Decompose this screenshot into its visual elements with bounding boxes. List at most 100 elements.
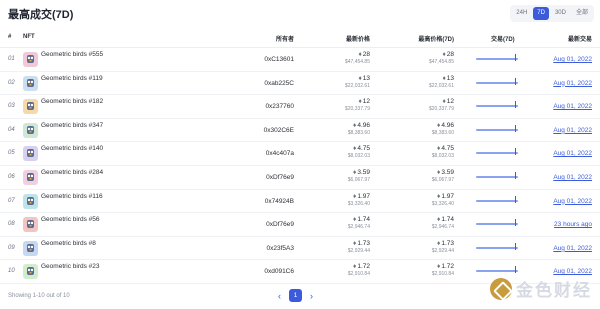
prev-page-button[interactable]: ‹	[278, 290, 281, 302]
high-price-usd: $47,454.85	[428, 59, 454, 65]
volume-sparkline	[476, 270, 518, 273]
table-row[interactable]: 05 Geometric birds #140 0x4c407a ♦4.75 $…	[0, 142, 600, 166]
eth-icon: ♦	[353, 216, 357, 224]
column-nft: NFT	[23, 34, 35, 40]
last-trade-link[interactable]: Aug 01, 2022	[553, 245, 592, 252]
nft-thumbnail[interactable]	[23, 264, 38, 280]
watermark-text: 金色财经	[516, 281, 592, 300]
table-row[interactable]: 04 Geometric birds #347 0x302C6E ♦4.96 $…	[0, 119, 600, 143]
tab-all[interactable]: 全部	[572, 7, 592, 20]
column-last[interactable]: 最新交易	[568, 34, 592, 43]
nft-name[interactable]: Geometric birds #116	[41, 193, 121, 201]
nft-table-body: 01 Geometric birds #555 0xC13601 ♦28 $47…	[0, 48, 600, 284]
last-trade-link[interactable]: Aug 01, 2022	[553, 56, 592, 63]
latest-price: ♦1.73 $2,929.44	[348, 240, 370, 255]
nft-name[interactable]: Geometric birds #119	[41, 75, 121, 83]
volume-sparkline	[476, 128, 518, 131]
page-button-1[interactable]: 1	[289, 289, 302, 302]
nft-name[interactable]: Geometric birds #284	[41, 169, 121, 177]
last-trade-link[interactable]: Aug 01, 2022	[553, 103, 592, 110]
column-price[interactable]: 最新价格	[346, 34, 370, 43]
nft-thumbnail[interactable]	[23, 169, 38, 185]
owner-address[interactable]: 0xab225C	[264, 80, 294, 87]
nft-thumbnail[interactable]	[23, 217, 38, 233]
table-row[interactable]: 09 Geometric birds #8 0x23f5A3 ♦1.73 $2,…	[0, 237, 600, 261]
last-trade-link[interactable]: Aug 01, 2022	[553, 150, 592, 157]
volume-sparkline-marker	[515, 54, 516, 61]
column-owner[interactable]: 所有者	[276, 34, 294, 43]
volume-sparkline-marker	[515, 171, 516, 179]
owner-address[interactable]: 0x74924B	[265, 198, 294, 205]
nft-thumbnail[interactable]	[23, 52, 38, 67]
latest-price-eth: 1.73	[357, 239, 370, 247]
nft-thumbnail[interactable]	[23, 240, 38, 256]
nft-name[interactable]: Geometric birds #8	[41, 240, 121, 248]
volume-sparkline-marker	[515, 101, 516, 109]
table-row[interactable]: 07 Geometric birds #116 0x74924B ♦1.97 $…	[0, 190, 600, 214]
table-row[interactable]: 06 Geometric birds #284 0xDf76e9 ♦3.59 $…	[0, 166, 600, 190]
owner-address[interactable]: 0xDf76e9	[266, 221, 294, 228]
volume-sparkline	[476, 105, 518, 108]
column-volume[interactable]: 交易(7D)	[491, 34, 515, 43]
latest-price: ♦12 $20,337.79	[345, 98, 370, 113]
nft-name[interactable]: Geometric birds #555	[41, 51, 121, 59]
row-index: 07	[8, 197, 15, 204]
volume-sparkline-marker	[515, 266, 516, 274]
eth-icon: ♦	[353, 121, 357, 129]
last-trade-link[interactable]: 23 hours ago	[554, 221, 592, 228]
owner-address[interactable]: 0xDf76e9	[266, 174, 294, 181]
tab-30d[interactable]: 30D	[551, 7, 570, 20]
latest-price-eth: 13	[362, 74, 370, 82]
owner-address[interactable]: 0x23f5A3	[267, 245, 294, 252]
latest-price-usd: $22,032.61	[344, 82, 370, 89]
last-trade-link[interactable]: Aug 01, 2022	[553, 198, 592, 205]
last-trade-link[interactable]: Aug 01, 2022	[553, 80, 592, 87]
column-high[interactable]: 最高价格(7D)	[418, 34, 454, 43]
last-trade-link[interactable]: Aug 01, 2022	[553, 174, 592, 181]
latest-price-usd: $47,454.85	[344, 59, 370, 65]
row-index: 10	[8, 268, 15, 275]
nft-thumbnail[interactable]	[23, 193, 38, 209]
tab-24h[interactable]: 24H	[512, 7, 531, 20]
latest-price: ♦1.72 $2,910.84	[348, 263, 370, 278]
high-price-eth: 13	[446, 74, 454, 82]
nft-name[interactable]: Geometric birds #56	[41, 216, 121, 224]
table-row[interactable]: 08 Geometric birds #56 0xDf76e9 ♦1.74 $2…	[0, 213, 600, 237]
table-row[interactable]: 02 Geometric birds #119 0xab225C ♦13 $22…	[0, 72, 600, 96]
eth-icon: ♦	[353, 192, 357, 200]
high-price-usd: $8,032.03	[431, 153, 454, 160]
row-index: 09	[8, 244, 15, 251]
nft-name[interactable]: Geometric birds #182	[41, 98, 121, 106]
nft-name[interactable]: Geometric birds #140	[41, 145, 121, 153]
owner-address[interactable]: 0xC13601	[264, 56, 294, 63]
latest-price-eth: 1.74	[357, 216, 370, 224]
row-index: 03	[8, 103, 15, 110]
row-index: 05	[8, 150, 15, 157]
owner-address[interactable]: 0x302C6E	[264, 127, 294, 134]
last-trade-link[interactable]: Aug 01, 2022	[553, 268, 592, 275]
volume-sparkline	[476, 223, 518, 226]
tab-7d[interactable]: 7D	[533, 7, 549, 20]
high-price-eth: 1.73	[441, 239, 454, 247]
table-row[interactable]: 01 Geometric birds #555 0xC13601 ♦28 $47…	[0, 48, 600, 72]
high-price-eth: 28	[446, 51, 454, 58]
nft-name[interactable]: Geometric birds #23	[41, 263, 121, 271]
latest-price-eth: 1.72	[357, 263, 370, 271]
owner-address[interactable]: 0x237760	[265, 103, 294, 110]
owner-address[interactable]: 0x4c407a	[266, 150, 294, 157]
high-price: ♦1.74 $2,946.74	[432, 216, 454, 231]
nft-thumbnail[interactable]	[23, 146, 38, 162]
nft-thumbnail[interactable]	[23, 99, 38, 115]
eth-icon: ♦	[437, 263, 441, 271]
nft-thumbnail[interactable]	[23, 122, 38, 138]
table-row[interactable]: 03 Geometric birds #182 0x237760 ♦12 $20…	[0, 95, 600, 119]
pagination: ‹ 1 ›	[278, 289, 313, 302]
nft-thumbnail[interactable]	[23, 75, 38, 91]
next-page-button[interactable]: ›	[310, 290, 313, 302]
owner-address[interactable]: 0xd091C6	[264, 268, 294, 275]
nft-name[interactable]: Geometric birds #347	[41, 122, 121, 130]
eth-icon: ♦	[437, 168, 441, 176]
last-trade-link[interactable]: Aug 01, 2022	[553, 127, 592, 134]
high-price: ♦1.72 $2,910.84	[432, 263, 454, 278]
latest-price-eth: 1.97	[357, 192, 370, 200]
